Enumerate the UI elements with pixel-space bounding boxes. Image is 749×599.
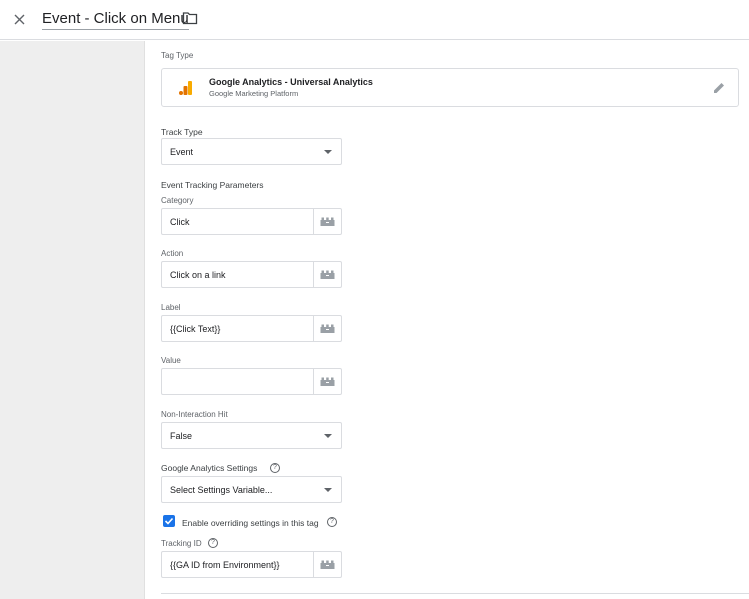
tag-title[interactable]: Event - Click on Menu bbox=[42, 10, 189, 30]
tag-type-label: Tag Type bbox=[161, 51, 194, 60]
track-type-select[interactable]: Event bbox=[161, 138, 342, 165]
tracking-id-variable-button[interactable] bbox=[313, 552, 341, 577]
action-label: Action bbox=[161, 249, 184, 258]
action-input[interactable] bbox=[162, 262, 314, 287]
tag-type-subtitle: Google Marketing Platform bbox=[209, 89, 299, 98]
value-label: Value bbox=[161, 356, 181, 365]
override-label: Enable overriding settings in this tag bbox=[182, 518, 319, 528]
checkmark-icon bbox=[164, 517, 174, 525]
folder-icon bbox=[182, 12, 198, 25]
help-icon[interactable]: ? bbox=[208, 538, 218, 548]
chevron-down-icon bbox=[324, 150, 332, 154]
tracking-id-label: Tracking ID bbox=[161, 539, 202, 548]
tracking-id-field bbox=[161, 551, 342, 578]
variable-picker-icon bbox=[320, 324, 335, 333]
tag-type-card[interactable]: Google Analytics - Universal Analytics G… bbox=[161, 68, 739, 107]
track-type-value: Event bbox=[170, 147, 194, 157]
folder-button[interactable] bbox=[182, 11, 198, 27]
google-analytics-logo bbox=[179, 81, 192, 95]
category-input[interactable] bbox=[162, 209, 314, 234]
help-icon[interactable]: ? bbox=[270, 463, 280, 473]
chevron-down-icon bbox=[324, 488, 332, 492]
chevron-down-icon bbox=[324, 434, 332, 438]
category-variable-button[interactable] bbox=[313, 209, 341, 234]
label-variable-button[interactable] bbox=[313, 316, 341, 341]
label-field bbox=[161, 315, 342, 342]
close-button[interactable] bbox=[8, 8, 30, 30]
close-icon bbox=[14, 14, 24, 24]
label-input[interactable] bbox=[162, 316, 314, 341]
category-label: Category bbox=[161, 196, 194, 205]
ga-settings-label: Google Analytics Settings bbox=[161, 463, 258, 473]
category-field bbox=[161, 208, 342, 235]
track-type-label: Track Type bbox=[161, 127, 203, 137]
variable-picker-icon bbox=[320, 560, 335, 569]
help-icon[interactable]: ? bbox=[327, 517, 337, 527]
override-checkbox[interactable] bbox=[163, 515, 175, 527]
non-interaction-select[interactable]: False bbox=[161, 422, 342, 449]
ga-settings-select[interactable]: Select Settings Variable... bbox=[161, 476, 342, 503]
variable-picker-icon bbox=[320, 217, 335, 226]
header-bar: Event - Click on Menu bbox=[0, 0, 749, 40]
variable-picker-icon bbox=[320, 270, 335, 279]
variable-picker-icon bbox=[320, 377, 335, 386]
value-variable-button[interactable] bbox=[313, 369, 341, 394]
label-label: Label bbox=[161, 303, 181, 312]
ga-settings-value: Select Settings Variable... bbox=[170, 485, 273, 495]
pencil-icon[interactable] bbox=[712, 81, 726, 95]
non-interaction-label: Non-Interaction Hit bbox=[161, 410, 228, 419]
tag-type-name: Google Analytics - Universal Analytics bbox=[209, 77, 373, 87]
action-variable-button[interactable] bbox=[313, 262, 341, 287]
value-input[interactable] bbox=[162, 369, 314, 394]
divider bbox=[161, 593, 749, 594]
value-field bbox=[161, 368, 342, 395]
left-panel bbox=[0, 41, 145, 599]
action-field bbox=[161, 261, 342, 288]
event-params-heading: Event Tracking Parameters bbox=[161, 180, 264, 190]
non-interaction-value: False bbox=[170, 431, 193, 441]
tracking-id-input[interactable] bbox=[162, 552, 314, 577]
